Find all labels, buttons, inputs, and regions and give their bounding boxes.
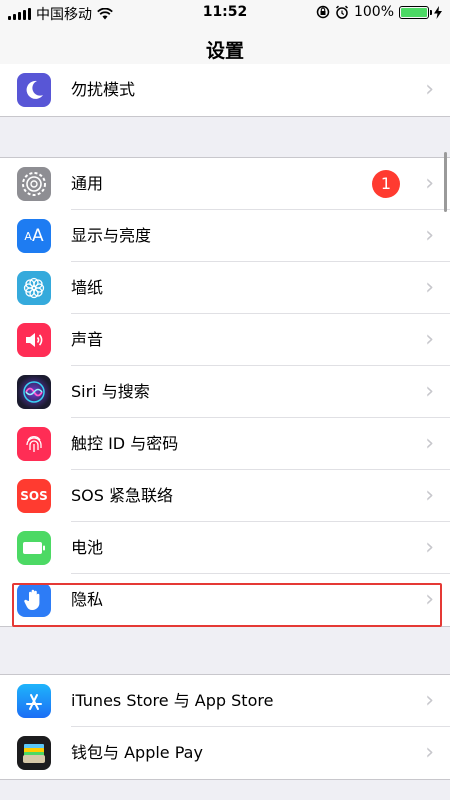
group-dnd: 勿扰模式 › xyxy=(0,64,450,117)
group-main: 通用 1 › AA 显示与亮度 › 墙纸 › 声音 › Siri 与搜索 › 触… xyxy=(0,157,450,627)
settings-row-itunes-app-store[interactable]: iTunes Store 与 App Store › xyxy=(0,675,450,727)
moon-icon xyxy=(17,73,51,107)
chevron-right-icon: › xyxy=(425,77,434,102)
chevron-right-icon: › xyxy=(425,431,434,456)
chevron-right-icon: › xyxy=(425,483,434,508)
row-label: iTunes Store 与 App Store xyxy=(71,691,274,710)
orientation-lock-icon xyxy=(316,5,330,19)
row-label: 勿扰模式 xyxy=(71,80,136,99)
charging-bolt-icon xyxy=(434,5,442,19)
chevron-right-icon: › xyxy=(425,379,434,404)
wallet-icon xyxy=(17,736,51,770)
fingerprint-icon xyxy=(17,427,51,461)
battery-percent: 100% xyxy=(353,4,394,20)
row-label: 声音 xyxy=(71,330,104,349)
chevron-right-icon: › xyxy=(425,587,434,612)
text-size-icon: AA xyxy=(17,219,51,253)
alarm-icon xyxy=(335,5,348,19)
chevron-right-icon: › xyxy=(425,535,434,560)
settings-row-battery[interactable]: 电池 › xyxy=(0,522,450,574)
chevron-right-icon: › xyxy=(425,740,434,765)
chevron-right-icon: › xyxy=(425,275,434,300)
sos-icon-text: SOS xyxy=(20,489,48,503)
settings-row-display[interactable]: AA 显示与亮度 › xyxy=(0,210,450,262)
row-label: 触控 ID 与密码 xyxy=(71,434,179,453)
status-right: 100% xyxy=(316,4,442,20)
row-label: 通用 xyxy=(71,174,104,193)
row-label: SOS 紧急联络 xyxy=(71,486,173,505)
settings-row-touch-id[interactable]: 触控 ID 与密码 › xyxy=(0,418,450,470)
settings-row-do-not-disturb[interactable]: 勿扰模式 › xyxy=(0,64,450,116)
battery-icon xyxy=(399,5,432,19)
hand-icon xyxy=(17,583,51,617)
settings-row-sounds[interactable]: 声音 › xyxy=(0,314,450,366)
settings-row-wallpaper[interactable]: 墙纸 › xyxy=(0,262,450,314)
row-label: 钱包与 Apple Pay xyxy=(71,743,203,762)
update-badge: 1 xyxy=(372,170,400,198)
settings-row-siri[interactable]: Siri 与搜索 › xyxy=(0,366,450,418)
settings-row-general[interactable]: 通用 1 › xyxy=(0,158,450,210)
settings-row-sos[interactable]: SOS SOS 紧急联络 › xyxy=(0,470,450,522)
chevron-right-icon: › xyxy=(425,171,434,196)
settings-row-privacy[interactable]: 隐私 › xyxy=(0,574,450,626)
gear-icon xyxy=(17,167,51,201)
scrollbar[interactable] xyxy=(444,152,447,212)
row-label: 墙纸 xyxy=(71,278,104,297)
flower-icon xyxy=(17,271,51,305)
row-label: Siri 与搜索 xyxy=(71,382,150,401)
page-title: 设置 xyxy=(205,40,244,62)
group-store: iTunes Store 与 App Store › 钱包与 Apple Pay… xyxy=(0,674,450,780)
battery-icon xyxy=(17,531,51,565)
siri-icon xyxy=(17,375,51,409)
status-bar: 中国移动 11:52 100% xyxy=(0,0,450,26)
chevron-right-icon: › xyxy=(425,223,434,248)
app-store-icon xyxy=(17,684,51,718)
settings-row-wallet[interactable]: 钱包与 Apple Pay › xyxy=(0,727,450,779)
row-label: 显示与亮度 xyxy=(71,226,152,245)
chevron-right-icon: › xyxy=(425,688,434,713)
speaker-icon xyxy=(17,323,51,357)
sos-icon: SOS xyxy=(17,479,51,513)
chevron-right-icon: › xyxy=(425,327,434,352)
row-label: 隐私 xyxy=(71,590,104,609)
row-label: 电池 xyxy=(71,538,104,557)
